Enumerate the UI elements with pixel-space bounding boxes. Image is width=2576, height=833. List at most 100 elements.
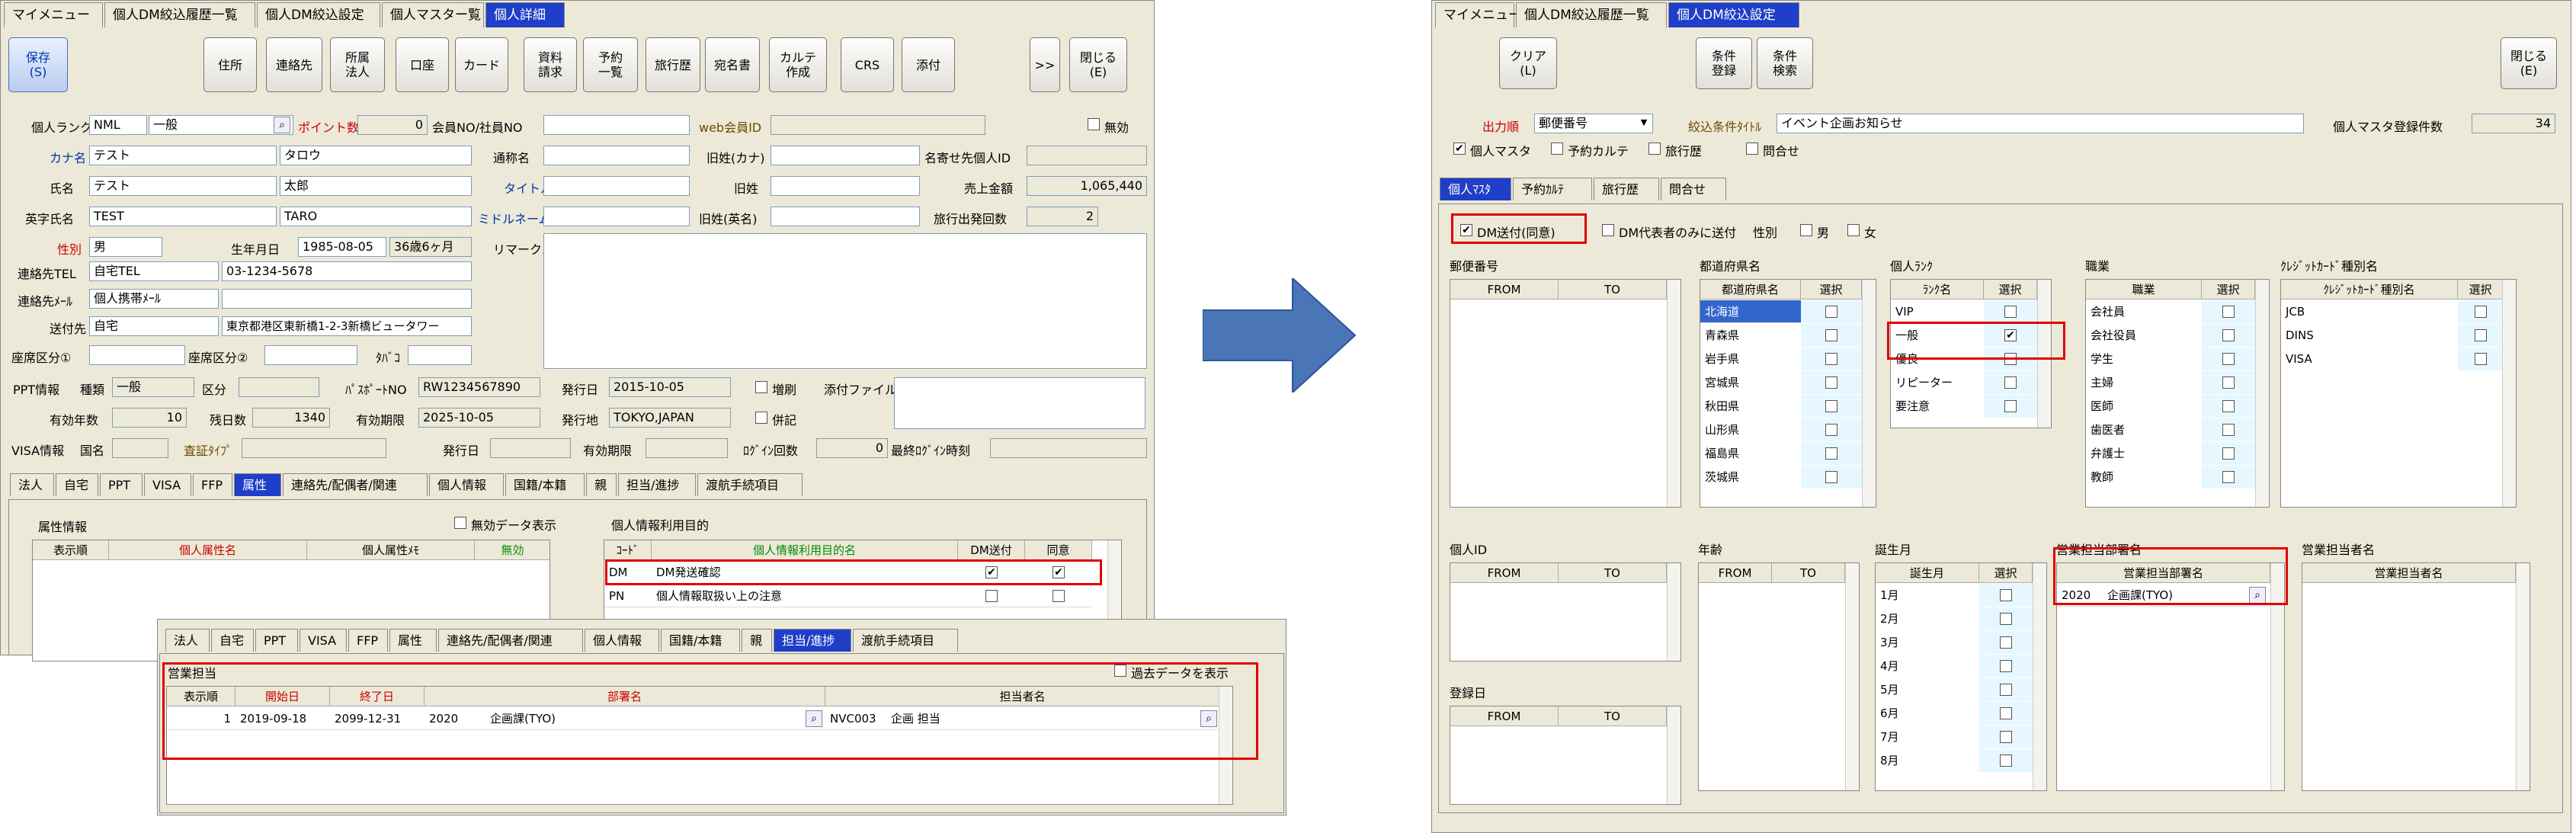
clear-button[interactable]: クリア (L) xyxy=(1499,37,1557,89)
list-item[interactable]: 3月 xyxy=(1876,631,2033,654)
close-button[interactable]: 閉じる (E) xyxy=(2501,37,2557,89)
subtab-1[interactable]: 自宅 xyxy=(211,629,254,652)
subtab-11[interactable]: 渡航手続項目 xyxy=(697,473,803,496)
male-checkbox[interactable] xyxy=(1800,224,1812,236)
subtab-7[interactable]: 個人情報 xyxy=(585,629,659,652)
list-item[interactable]: 5月 xyxy=(1876,678,2033,701)
old-field[interactable] xyxy=(771,176,920,196)
card-scrollbar[interactable] xyxy=(2502,280,2516,507)
purpose-agree-checkbox[interactable] xyxy=(1053,590,1065,602)
subtab-0[interactable]: 法人 xyxy=(10,473,54,496)
list-item[interactable]: 主婦 xyxy=(2086,371,2255,394)
month-item-checkbox[interactable] xyxy=(2000,660,2012,672)
send-type-select[interactable]: 自宅 xyxy=(89,316,219,336)
list-item[interactable]: 青森県 xyxy=(1700,324,1862,347)
pref-item-checkbox[interactable] xyxy=(1825,376,1837,389)
tab-2[interactable]: 個人DM絞込設定 xyxy=(257,2,380,27)
toolbar-button-8[interactable]: 宛名書 xyxy=(705,37,760,92)
source-checkbox-0[interactable]: ✔ xyxy=(1453,143,1466,155)
list-item[interactable]: 要注意 xyxy=(1891,395,2037,418)
pref-scrollbar[interactable] xyxy=(1862,280,1876,507)
month-item-checkbox[interactable] xyxy=(2000,684,2012,696)
send-field[interactable]: 東京都港区東新橋1-2-3新橋ビュータワー xyxy=(222,316,472,336)
month-item-checkbox[interactable] xyxy=(2000,589,2012,601)
list-item[interactable]: 山形県 xyxy=(1700,418,1862,441)
tel-type-select[interactable]: 自宅TEL xyxy=(89,261,219,281)
list-item[interactable]: VISA xyxy=(2281,348,2504,370)
list-item[interactable]: 秋田県 xyxy=(1700,395,1862,418)
toolbar-button-11[interactable]: 添付 xyxy=(902,37,955,92)
list-item[interactable]: 茨城県 xyxy=(1700,466,1862,489)
save-button[interactable]: 保存 (S) xyxy=(8,37,68,92)
month-item-checkbox[interactable] xyxy=(2000,613,2012,625)
source-checkbox-2[interactable] xyxy=(1648,143,1661,155)
heiki-checkbox[interactable] xyxy=(755,412,767,424)
zoushi-checkbox[interactable] xyxy=(755,381,767,393)
rank-code-field[interactable]: NML xyxy=(89,115,147,135)
toolbar-button-10[interactable]: CRS xyxy=(841,37,894,92)
tab-1[interactable]: 個人DM絞込履歴一覧 xyxy=(104,2,255,27)
card-item-checkbox[interactable] xyxy=(2475,306,2487,318)
month-scrollbar[interactable] xyxy=(2033,563,2046,790)
job-item-checkbox[interactable] xyxy=(2222,471,2235,483)
title-field[interactable] xyxy=(543,176,690,196)
subtab-9[interactable]: 親 xyxy=(742,629,772,652)
job-item-checkbox[interactable] xyxy=(2222,306,2235,318)
list-item[interactable]: 6月 xyxy=(1876,702,2033,725)
pref-item-checkbox[interactable] xyxy=(1825,400,1837,412)
list-item[interactable]: DINS xyxy=(2281,324,2504,347)
subtab-5[interactable]: 属性 xyxy=(389,629,437,652)
list-item[interactable]: 弁護士 xyxy=(2086,442,2255,465)
mail-type-select[interactable]: 個人携帯ﾒｰﾙ xyxy=(89,289,219,309)
toolbar-button-4[interactable]: カード xyxy=(455,37,508,92)
tab-2[interactable]: 個人DM絞込設定 xyxy=(1668,2,1799,27)
list-item[interactable]: 医師 xyxy=(2086,395,2255,418)
pref-item-checkbox[interactable] xyxy=(1825,424,1837,436)
tab-0[interactable]: マイメニュー xyxy=(4,2,103,27)
toolbar-button-1[interactable]: 連絡先 xyxy=(266,37,322,92)
rank-item-checkbox[interactable] xyxy=(2004,376,2017,389)
chevron-down-icon[interactable]: ▼ xyxy=(1636,114,1652,133)
subtab-1[interactable]: 自宅 xyxy=(56,473,98,496)
name-first-field[interactable]: 太郎 xyxy=(280,176,472,196)
job-item-checkbox[interactable] xyxy=(2222,353,2235,365)
list-item[interactable]: 会社員 xyxy=(2086,300,2255,323)
subtab-6[interactable]: 連絡先/配偶者/関連 xyxy=(283,473,428,496)
subtab-8[interactable]: 国籍/本籍 xyxy=(661,629,740,652)
toolbar-button-7[interactable]: 旅行歴 xyxy=(646,37,700,92)
reg_date-scrollbar[interactable] xyxy=(1667,706,1680,804)
subtab-7[interactable]: 個人情報 xyxy=(429,473,504,496)
subtab-4[interactable]: FFP xyxy=(193,473,232,496)
subtab-3[interactable]: VISA xyxy=(144,473,191,496)
card-item-checkbox[interactable] xyxy=(2475,329,2487,341)
list-item[interactable]: 2月 xyxy=(1876,607,2033,630)
rank-name-field[interactable]: 一般 xyxy=(149,115,293,135)
subtab-3[interactable]: VISA xyxy=(300,629,347,652)
subtab-10[interactable]: 担当/進捗 xyxy=(618,473,696,496)
month-item-checkbox[interactable] xyxy=(2000,731,2012,743)
job-item-checkbox[interactable] xyxy=(2222,329,2235,341)
tab-3[interactable]: 個人マスター覧 xyxy=(382,2,484,27)
old-kana-field[interactable] xyxy=(771,146,920,165)
rank-item-checkbox[interactable] xyxy=(2004,400,2017,412)
female-checkbox[interactable] xyxy=(1847,224,1860,236)
subtab-0[interactable]: 個人ﾏｽﾀ xyxy=(1440,178,1511,200)
kana-last-field[interactable]: テスト xyxy=(89,146,277,165)
purpose-row[interactable]: PN 個人情報取扱い上の注意 xyxy=(604,585,1092,607)
subtab-0[interactable]: 法人 xyxy=(165,629,210,652)
toolbar-button-6[interactable]: 予約 一覧 xyxy=(583,37,638,92)
birth-field[interactable]: 1985-08-05 xyxy=(298,237,386,257)
list-item[interactable]: 北海道 xyxy=(1700,300,1862,323)
pref-item-checkbox[interactable] xyxy=(1825,306,1837,318)
subtab-3[interactable]: 問合せ xyxy=(1661,178,1726,200)
source-checkbox-3[interactable] xyxy=(1746,143,1758,155)
toolbar-button-12[interactable]: >> xyxy=(1030,37,1060,92)
remarks-textarea[interactable] xyxy=(543,233,1147,369)
staff-scrollbar[interactable] xyxy=(2516,563,2530,790)
toolbar-button-9[interactable]: カルテ 作成 xyxy=(769,37,827,92)
invalid-checkbox[interactable] xyxy=(1088,118,1100,130)
job-scrollbar[interactable] xyxy=(2255,280,2269,507)
name-last-field[interactable]: テスト xyxy=(89,176,277,196)
sex-select[interactable]: 男 xyxy=(89,237,162,257)
card-item-checkbox[interactable] xyxy=(2475,353,2487,365)
